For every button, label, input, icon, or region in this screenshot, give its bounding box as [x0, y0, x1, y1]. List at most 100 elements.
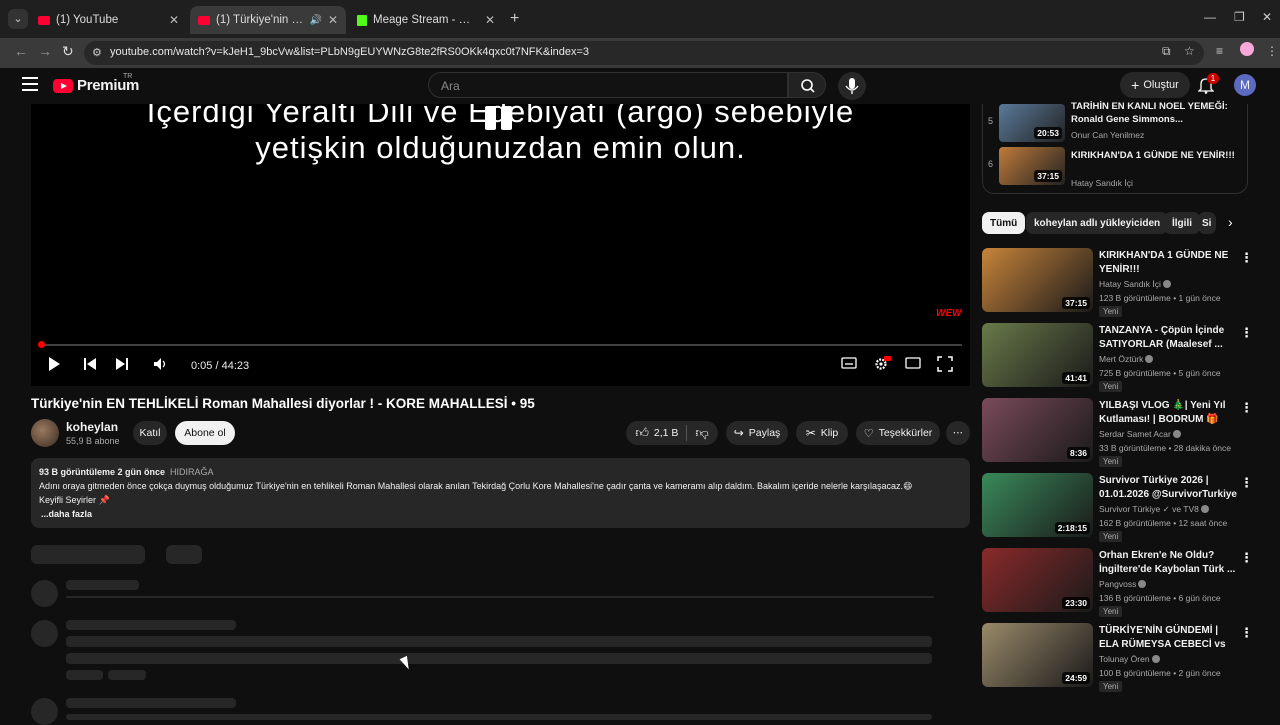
chip-related[interactable]: İlgili — [1164, 212, 1200, 234]
chevron-right-icon[interactable]: › — [1228, 214, 1233, 230]
show-more-link[interactable]: ...daha fazla — [39, 507, 962, 521]
playlist-item[interactable]: 5 20:53 TARİHİN EN KANLI NOEL YEMEĞİ: Ro… — [983, 101, 1249, 144]
previous-icon[interactable] — [83, 356, 97, 372]
kebab-menu-icon[interactable]: ⋮ — [1240, 250, 1253, 266]
maximize-icon[interactable]: ❐ — [1234, 10, 1245, 24]
recommendation-title[interactable]: TÜRKİYE'NİN GÜNDEMİ | ELA RÜMEYSA CEBECİ… — [1099, 624, 1239, 652]
playlist-item-title[interactable]: KIRIKHAN'DA 1 GÜNDE NE YENİR!!! — [1071, 149, 1239, 162]
recommendation-stats: 725 B görüntüleme • 5 gün önce — [1099, 368, 1221, 378]
more-actions-icon[interactable]: ⋯ — [946, 421, 970, 445]
voice-search-button[interactable] — [838, 72, 866, 100]
browser-menu-icon[interactable]: ⋮ — [1266, 44, 1278, 58]
search-input[interactable]: Ara — [428, 72, 788, 98]
cast-icon[interactable]: ⧉ — [1162, 44, 1171, 59]
address-bar[interactable]: ⚙ youtube.com/watch?v=kJeH1_9bcVw&list=P… — [84, 41, 1204, 65]
chip-all[interactable]: Tümü — [982, 212, 1026, 234]
video-thumbnail[interactable]: 41:41 — [982, 323, 1093, 387]
kebab-menu-icon[interactable]: ⋮ — [1240, 400, 1253, 416]
channel-watermark[interactable]: WEW — [936, 308, 962, 319]
forward-icon[interactable]: → — [38, 43, 52, 59]
minimize-icon[interactable]: — — [1204, 10, 1216, 24]
settings-gear-icon[interactable] — [873, 356, 891, 372]
share-button[interactable]: ↪ Paylaş — [726, 421, 788, 445]
video-thumbnail[interactable]: 24:59 — [982, 623, 1093, 687]
play-icon[interactable] — [47, 356, 61, 372]
theater-mode-icon[interactable] — [905, 356, 921, 370]
channel-name[interactable]: koheylan — [66, 420, 118, 434]
tab-close-icon[interactable]: ✕ — [485, 13, 495, 27]
like-button[interactable]: 👍︎ 2,1 B — [635, 425, 678, 441]
kebab-menu-icon[interactable]: ⋮ — [1240, 550, 1253, 566]
kebab-menu-icon[interactable]: ⋮ — [1240, 475, 1253, 491]
account-avatar[interactable]: M — [1234, 74, 1256, 96]
browser-tab-active[interactable]: (1) Türkiye'nin EN TEHLİKELİ 🔊 ✕ — [190, 6, 346, 34]
channel-avatar[interactable] — [31, 419, 59, 447]
recommendation-channel[interactable]: Serdar Samet Acar — [1099, 429, 1181, 439]
create-button[interactable]: + Oluştur — [1120, 72, 1190, 98]
scrubber-handle[interactable] — [38, 341, 45, 348]
skeleton-line — [66, 596, 934, 598]
playlist-thumbnail[interactable]: 20:53 — [999, 104, 1065, 142]
recommendation-item[interactable]: 24:59 TÜRKİYE'NİN GÜNDEMİ | ELA RÜMEYSA … — [982, 623, 1272, 693]
recommendation-title[interactable]: YILBAŞI VLOG 🎄| Yeni Yıl Kutlaması! | BO… — [1099, 399, 1239, 427]
chip-from-uploader[interactable]: koheylan adlı yükleyiciden — [1026, 212, 1169, 234]
hamburger-menu-icon[interactable] — [22, 77, 38, 91]
clip-button[interactable]: ✂ Klip — [796, 421, 848, 445]
recommendation-channel[interactable]: Tolunay Ören — [1099, 654, 1160, 664]
recommendation-item[interactable]: 8:36 YILBAŞI VLOG 🎄| Yeni Yıl Kutlaması!… — [982, 398, 1272, 468]
recommendation-title[interactable]: KIRIKHAN'DA 1 GÜNDE NE YENİR!!! — [1099, 249, 1239, 276]
playlist-item[interactable]: 6 37:15 KIRIKHAN'DA 1 GÜNDE NE YENİR!!! … — [983, 147, 1249, 188]
join-button[interactable]: Katıl — [133, 421, 167, 445]
site-info-icon[interactable]: ⚙ — [92, 46, 102, 59]
tab-close-icon[interactable]: ✕ — [328, 13, 338, 27]
window-close-icon[interactable]: ✕ — [1262, 10, 1272, 24]
video-thumbnail[interactable]: 8:36 — [982, 398, 1093, 462]
tab-search-menu-icon[interactable]: ⌄ — [8, 9, 28, 29]
recommendation-title[interactable]: Survivor Türkiye 2026 | 01.01.2026 @Surv… — [1099, 474, 1239, 501]
recommendation-title[interactable]: Orhan Ekren'e Ne Oldu? İngiltere'de Kayb… — [1099, 549, 1239, 576]
back-icon[interactable]: ← — [14, 43, 28, 59]
recommendation-item[interactable]: 37:15 KIRIKHAN'DA 1 GÜNDE NE YENİR!!! Ha… — [982, 248, 1272, 318]
recommendation-item[interactable]: 23:30 Orhan Ekren'e Ne Oldu? İngiltere'd… — [982, 548, 1272, 618]
video-player[interactable]: İçerdiği Yeraltı Dili ve Edebiyatı (argo… — [31, 104, 970, 386]
tab-close-icon[interactable]: ✕ — [169, 13, 179, 27]
search-button[interactable] — [788, 72, 826, 98]
recommendation-item[interactable]: 2:18:15 Survivor Türkiye 2026 | 01.01.20… — [982, 473, 1272, 543]
thanks-button[interactable]: ♡ Teşekkürler — [856, 421, 940, 445]
recommendation-item[interactable]: 41:41 TANZANYA - Çöpün İçinde SATIYORLAR… — [982, 323, 1272, 393]
tab-audio-icon[interactable]: 🔊 — [309, 15, 321, 26]
subscriber-count: 55,9 B abone — [66, 436, 120, 446]
progress-bar[interactable] — [38, 341, 962, 348]
subscribe-button[interactable]: Abone ol — [175, 421, 235, 445]
subtitles-icon[interactable] — [841, 356, 857, 370]
youtube-logo[interactable]: Premium TR — [53, 73, 139, 94]
browser-tab[interactable]: Meage Stream - Watch Live on ✕ — [349, 6, 503, 34]
playlist-item-channel[interactable]: Hatay Sandık İçi — [1071, 178, 1133, 188]
recommendation-channel[interactable]: Mert Öztürk — [1099, 354, 1154, 364]
recommendation-channel[interactable]: Survivor Türkiye ✓ ve TV8 — [1099, 504, 1209, 515]
browser-tab[interactable]: (1) YouTube ✕ — [30, 6, 187, 34]
fullscreen-icon[interactable] — [937, 356, 953, 372]
reload-icon[interactable]: ↻ — [62, 43, 74, 60]
video-thumbnail[interactable]: 2:18:15 — [982, 473, 1093, 537]
location-tag[interactable]: HIDIRAĞA — [170, 467, 214, 477]
chip-more[interactable]: Si — [1198, 212, 1216, 234]
recommendation-channel[interactable]: Hatay Sandık İçi — [1099, 279, 1171, 289]
new-tab-icon[interactable]: + — [510, 10, 519, 28]
playlist-thumbnail[interactable]: 37:15 — [999, 147, 1065, 185]
video-thumbnail[interactable]: 37:15 — [982, 248, 1093, 312]
description-box[interactable]: 93 B görüntüleme 2 gün önce HIDIRAĞA Adı… — [31, 458, 970, 528]
extensions-icon[interactable]: ≡ — [1216, 44, 1223, 58]
next-icon[interactable] — [115, 356, 129, 372]
video-thumbnail[interactable]: 23:30 — [982, 548, 1093, 612]
kebab-menu-icon[interactable]: ⋮ — [1240, 325, 1253, 341]
browser-profile-icon[interactable] — [1240, 42, 1254, 56]
playlist-item-title[interactable]: TARİHİN EN KANLI NOEL YEMEĞİ: Ronald Gen… — [1071, 100, 1239, 126]
kebab-menu-icon[interactable]: ⋮ — [1240, 625, 1253, 641]
playlist-item-channel[interactable]: Onur Can Yenilmez — [1071, 130, 1144, 140]
thumbs-down-icon[interactable]: 👎︎ — [695, 425, 708, 441]
recommendation-channel[interactable]: Pangvoss — [1099, 579, 1147, 589]
volume-icon[interactable] — [153, 356, 169, 372]
bookmark-star-icon[interactable]: ☆ — [1184, 44, 1195, 58]
recommendation-title[interactable]: TANZANYA - Çöpün İçinde SATIYORLAR (Maal… — [1099, 324, 1239, 351]
